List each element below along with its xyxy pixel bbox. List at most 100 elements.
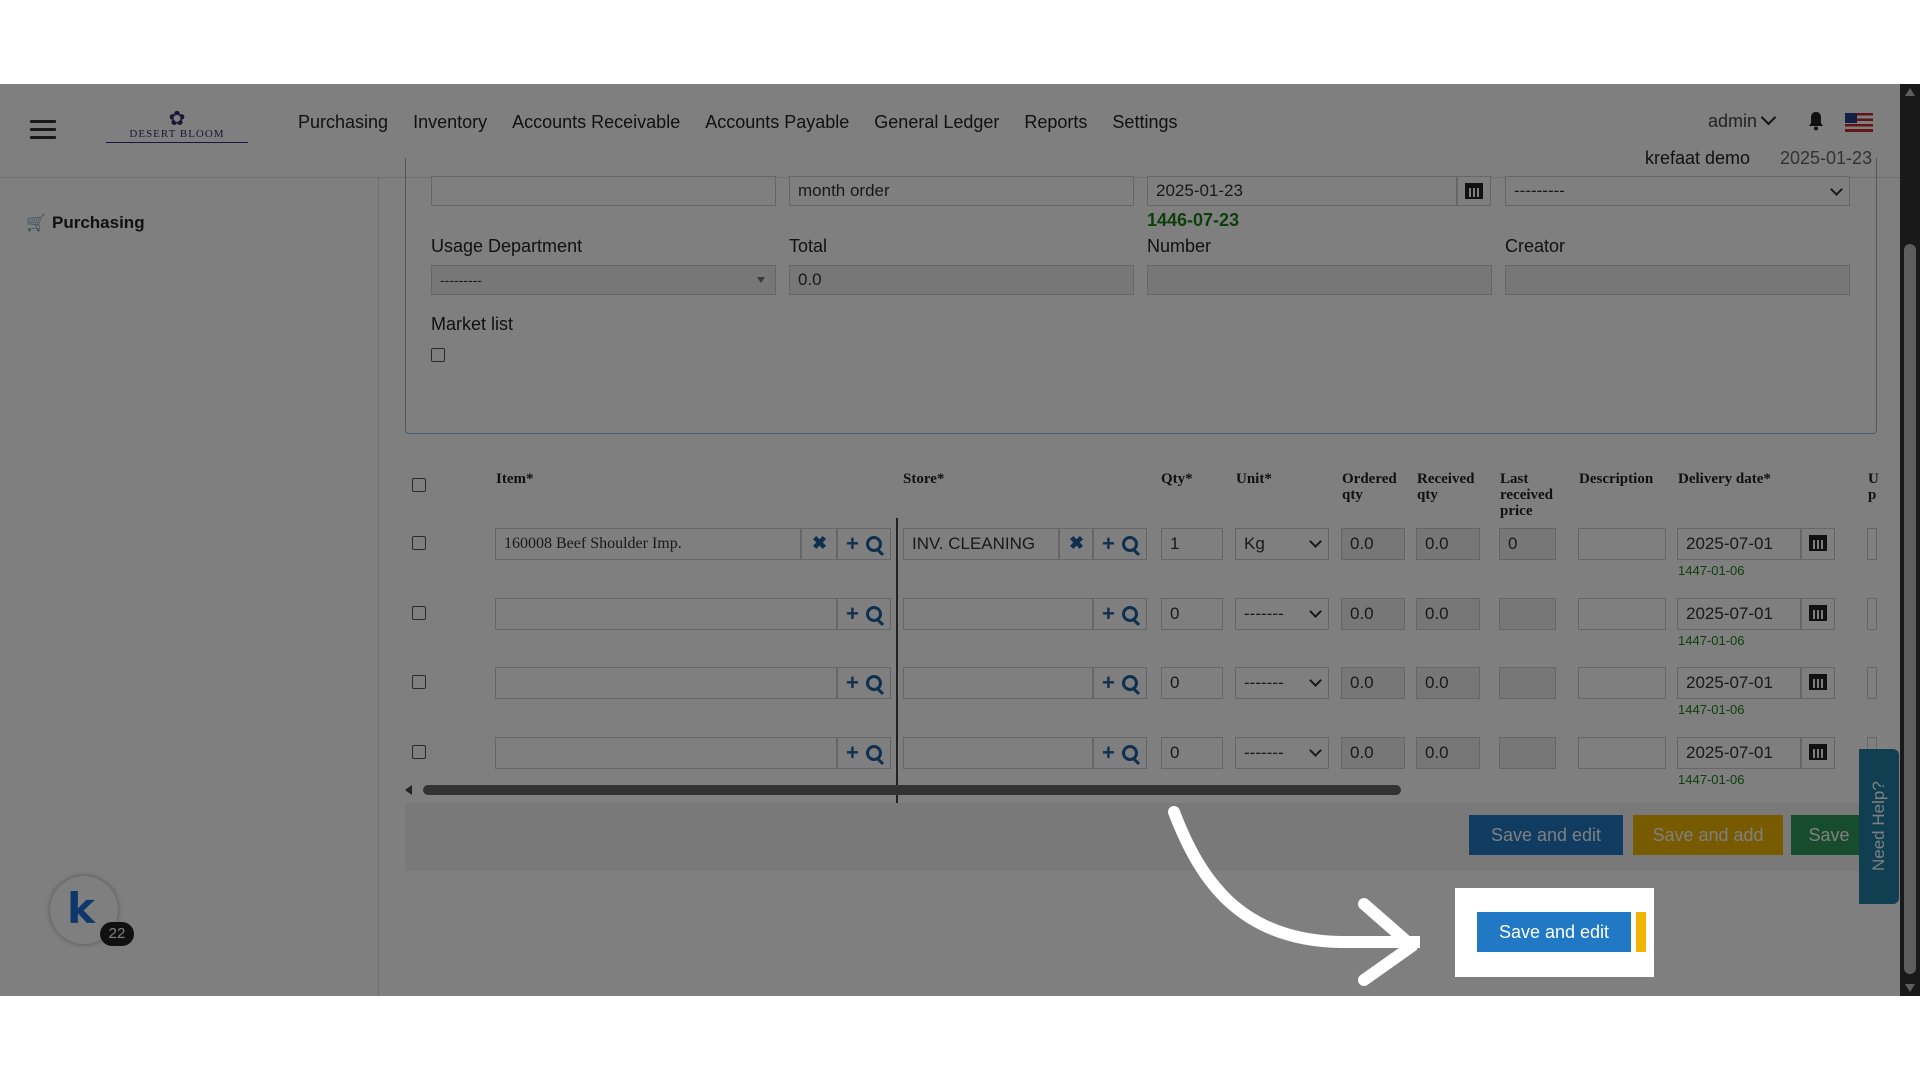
nav-accounts-receivable[interactable]: Accounts Receivable	[512, 112, 680, 133]
sidebar: 🛒 Purchasing	[0, 178, 379, 996]
truncated-field[interactable]	[1867, 667, 1877, 699]
description-field[interactable]: month order	[789, 176, 1134, 206]
col-store: Store*	[903, 471, 945, 487]
calendar-icon	[1809, 674, 1827, 690]
clear-item-button[interactable]: ✖	[801, 528, 837, 560]
scroll-left-arrow[interactable]	[405, 785, 412, 795]
select-all-checkbox[interactable]	[412, 478, 426, 492]
truncated-field[interactable]	[1867, 598, 1877, 630]
vertical-scrollbar-thumb[interactable]	[1904, 244, 1916, 974]
main-nav: Purchasing Inventory Accounts Receivable…	[298, 112, 1202, 133]
nav-reports[interactable]: Reports	[1024, 112, 1087, 133]
search-icon	[1122, 536, 1138, 552]
unit-select[interactable]: -------	[1235, 598, 1329, 630]
total-field: 0.0	[789, 265, 1134, 295]
delivery-date-picker[interactable]	[1801, 667, 1835, 699]
search-icon	[866, 745, 882, 761]
store-field[interactable]: INV. CLEANING	[903, 528, 1059, 560]
store-add-search-button[interactable]: +	[1093, 598, 1147, 630]
save-and-edit-button[interactable]: Save and edit	[1477, 912, 1631, 952]
nav-general-ledger[interactable]: General Ledger	[874, 112, 999, 133]
qty-field[interactable]: 1	[1161, 528, 1223, 560]
delivery-date-picker[interactable]	[1801, 598, 1835, 630]
vertical-scrollbar[interactable]	[1900, 84, 1920, 996]
row-checkbox[interactable]	[412, 745, 426, 759]
qty-field[interactable]: 0	[1161, 737, 1223, 769]
delivery-date-field[interactable]: 2025-07-01	[1677, 598, 1801, 630]
qty-field[interactable]: 0	[1161, 598, 1223, 630]
last-received-price-field	[1499, 598, 1556, 630]
store-add-search-button[interactable]: +	[1093, 528, 1147, 560]
item-add-search-button[interactable]: +	[837, 737, 891, 769]
clear-store-button[interactable]: ✖	[1059, 528, 1093, 560]
delivery-date-picker[interactable]	[1801, 528, 1835, 560]
description-field[interactable]	[1578, 598, 1666, 630]
store-add-search-button[interactable]: +	[1093, 737, 1147, 769]
store-add-search-button[interactable]: +	[1093, 667, 1147, 699]
row-checkbox[interactable]	[412, 606, 426, 620]
market-list-checkbox[interactable]	[431, 348, 445, 362]
save-and-add-button[interactable]: Save and add	[1633, 815, 1783, 855]
notification-badge: 22	[100, 922, 134, 946]
user-menu[interactable]: admin	[1708, 109, 1777, 132]
top-select-value: ---------	[1514, 181, 1565, 200]
hijri-date: 1446-07-23	[1147, 210, 1240, 230]
form-actions-bar: Save and edit Save and add Save	[405, 803, 1875, 871]
plus-icon: +	[1102, 601, 1115, 626]
delivery-date-picker[interactable]	[1801, 737, 1835, 769]
nav-inventory[interactable]: Inventory	[413, 112, 487, 133]
unit-select[interactable]: Kg	[1235, 528, 1329, 560]
item-add-search-button[interactable]: +	[837, 667, 891, 699]
nav-settings[interactable]: Settings	[1112, 112, 1177, 133]
reference-field[interactable]	[431, 176, 776, 206]
description-field[interactable]	[1578, 737, 1666, 769]
creator-field	[1505, 265, 1850, 295]
item-field[interactable]	[495, 598, 837, 630]
save-and-edit-button-base[interactable]: Save and edit	[1469, 815, 1623, 855]
company-logo[interactable]: ✿ DESERT BLOOM	[106, 109, 248, 150]
item-add-search-button[interactable]: +	[837, 598, 891, 630]
item-field[interactable]	[495, 737, 837, 769]
item-field[interactable]: 160008 Beef Shoulder Imp.	[495, 528, 801, 560]
nav-purchasing[interactable]: Purchasing	[298, 112, 388, 133]
truncated-field[interactable]	[1867, 528, 1877, 560]
store-field[interactable]	[903, 667, 1093, 699]
order-date-field[interactable]: 2025-01-23	[1147, 176, 1457, 206]
highlight-box: Save and edit	[1455, 888, 1654, 977]
unit-select[interactable]: -------	[1235, 667, 1329, 699]
qty-field[interactable]: 0	[1161, 667, 1223, 699]
delivery-date-field[interactable]: 2025-07-01	[1677, 667, 1801, 699]
chat-widget[interactable]: k 22	[50, 876, 134, 946]
scroll-up-arrow[interactable]	[1905, 88, 1915, 96]
delivery-date-field[interactable]: 2025-07-01	[1677, 528, 1801, 560]
date-picker-button[interactable]	[1457, 176, 1491, 206]
sidebar-item-purchasing[interactable]: 🛒 Purchasing	[26, 213, 145, 233]
nav-accounts-payable[interactable]: Accounts Payable	[705, 112, 849, 133]
horizontal-scrollbar[interactable]	[405, 782, 1875, 796]
unit-select[interactable]: -------	[1235, 737, 1329, 769]
description-field[interactable]	[1578, 667, 1666, 699]
description-field[interactable]	[1578, 528, 1666, 560]
row-checkbox[interactable]	[412, 675, 426, 689]
scroll-down-arrow[interactable]	[1905, 984, 1915, 992]
last-received-price-field	[1499, 667, 1556, 699]
menu-icon[interactable]	[30, 120, 56, 140]
col-unit: Unit*	[1236, 471, 1272, 487]
store-field[interactable]	[903, 737, 1093, 769]
usage-department-select[interactable]: ---------	[431, 265, 776, 295]
save-button[interactable]: Save	[1791, 815, 1867, 855]
main-content: month order 2025-01-23 1446-07-23 ------…	[379, 158, 1900, 996]
need-help-tab[interactable]: Need Help?	[1859, 749, 1899, 904]
scrollbar-thumb[interactable]	[423, 785, 1401, 795]
delivery-date-field[interactable]: 2025-07-01	[1677, 737, 1801, 769]
item-field[interactable]	[495, 667, 837, 699]
item-add-search-button[interactable]: +	[837, 528, 891, 560]
unit-value: -------	[1244, 604, 1284, 623]
top-select[interactable]: ---------	[1505, 176, 1850, 206]
bell-icon[interactable]	[1807, 111, 1825, 131]
row-checkbox[interactable]	[412, 536, 426, 550]
usage-department-value: ---------	[440, 272, 482, 288]
us-flag-icon[interactable]	[1845, 113, 1873, 132]
store-field[interactable]	[903, 598, 1093, 630]
unit-value: -------	[1244, 743, 1284, 762]
